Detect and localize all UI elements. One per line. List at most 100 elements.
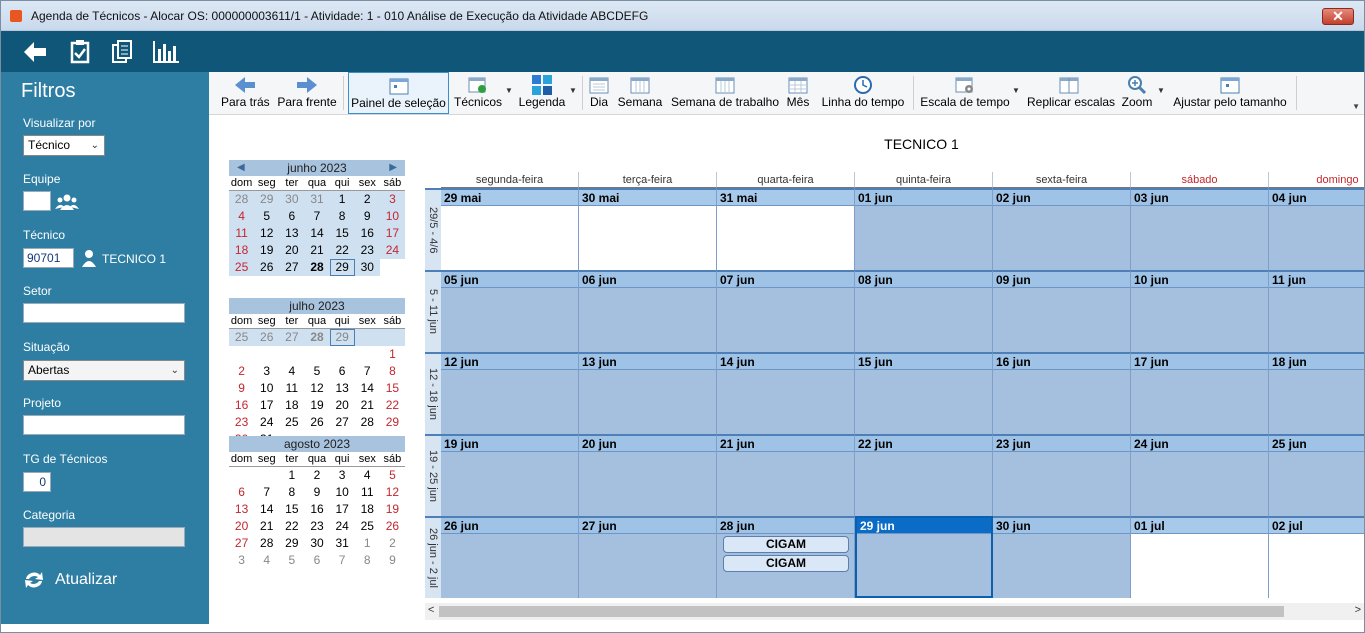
- day-body[interactable]: [441, 534, 578, 598]
- day-cell[interactable]: 03 jun: [1131, 188, 1269, 270]
- mini-calendar-day[interactable]: 4: [229, 208, 255, 225]
- day-cell[interactable]: 25 jun: [1269, 434, 1364, 516]
- mini-calendar-day[interactable]: 4: [254, 552, 279, 569]
- day-body[interactable]: [717, 370, 854, 434]
- mini-calendar-day[interactable]: 11: [355, 484, 380, 501]
- mini-calendar-day[interactable]: 15: [279, 501, 304, 518]
- documents-icon[interactable]: [109, 39, 137, 65]
- mini-calendar-day[interactable]: 6: [229, 484, 254, 501]
- day-body[interactable]: [993, 206, 1130, 270]
- mini-calendar-day[interactable]: 8: [355, 552, 380, 569]
- day-cell[interactable]: 08 jun: [855, 270, 993, 352]
- mini-calendar-day[interactable]: 1: [355, 535, 380, 552]
- day-cell[interactable]: 28 jun CIGAM CIGAM: [717, 516, 855, 598]
- back-button[interactable]: Para trás: [221, 72, 270, 114]
- mini-calendar-day[interactable]: 30: [279, 191, 305, 208]
- day-cell[interactable]: 26 jun: [441, 516, 579, 598]
- mini-calendar-day[interactable]: 7: [304, 208, 330, 225]
- mini-calendar-day[interactable]: 24: [330, 518, 355, 535]
- mini-calendar-day[interactable]: 30: [354, 259, 380, 276]
- day-body[interactable]: [441, 288, 578, 352]
- back-arrow-icon[interactable]: [21, 39, 49, 65]
- chevron-down-icon[interactable]: ▼: [1157, 86, 1165, 95]
- mini-calendar-day[interactable]: 25: [355, 518, 380, 535]
- mini-calendar-day[interactable]: 21: [304, 242, 330, 259]
- mini-calendar-day[interactable]: 19: [304, 397, 329, 414]
- mini-calendar-day[interactable]: 9: [354, 208, 380, 225]
- mini-calendar-day[interactable]: 7: [254, 484, 279, 501]
- day-cell[interactable]: 02 jul: [1269, 516, 1364, 598]
- mini-calendar-day[interactable]: 9: [304, 484, 329, 501]
- horizontal-scrollbar[interactable]: < >: [425, 603, 1364, 620]
- ajustar-button[interactable]: Ajustar pelo tamanho: [1171, 72, 1289, 114]
- mini-calendar-day[interactable]: 27: [229, 535, 254, 552]
- day-cell[interactable]: 05 jun: [441, 270, 579, 352]
- situacao-select[interactable]: Abertas ⌄: [23, 360, 185, 381]
- day-cell[interactable]: 10 jun: [1131, 270, 1269, 352]
- painel-button[interactable]: Painel de seleção: [348, 72, 449, 114]
- forward-button[interactable]: Para frente: [277, 72, 337, 114]
- mini-calendar-day[interactable]: 5: [304, 363, 329, 380]
- next-month-icon[interactable]: ▶: [389, 160, 397, 176]
- mini-calendar-day[interactable]: 28: [304, 329, 330, 346]
- mini-calendar-day[interactable]: 15: [329, 225, 355, 242]
- day-cell[interactable]: 12 jun: [441, 352, 579, 434]
- day-cell[interactable]: 29 jun: [855, 516, 993, 598]
- mini-calendar-day[interactable]: 29: [329, 259, 355, 276]
- escala-button[interactable]: Escala de tempo: [920, 72, 1010, 114]
- semana-trabalho-button[interactable]: Semana de trabalho: [670, 72, 780, 114]
- day-cell[interactable]: 30 mai: [579, 188, 717, 270]
- team-icon[interactable]: [55, 193, 79, 214]
- mini-calendar-day[interactable]: 3: [254, 363, 279, 380]
- mini-calendar-day[interactable]: 4: [279, 363, 304, 380]
- day-body[interactable]: [441, 370, 578, 434]
- day-body[interactable]: [579, 452, 716, 516]
- setor-input[interactable]: [23, 303, 185, 323]
- day-cell[interactable]: 11 jun: [1269, 270, 1364, 352]
- semana-button[interactable]: Semana: [617, 72, 663, 114]
- day-body[interactable]: [1269, 288, 1364, 352]
- mini-calendar-day[interactable]: 7: [355, 363, 380, 380]
- chevron-down-icon[interactable]: ▼: [505, 86, 513, 95]
- mes-button[interactable]: Mês: [786, 72, 810, 114]
- day-body[interactable]: [579, 288, 716, 352]
- mini-calendar-day[interactable]: 3: [330, 467, 355, 484]
- day-body[interactable]: [1269, 206, 1364, 270]
- mini-calendar-day[interactable]: 18: [229, 242, 255, 259]
- replicar-button[interactable]: Replicar escalas: [1027, 72, 1115, 114]
- equipe-input[interactable]: [23, 191, 51, 211]
- tg-input[interactable]: 0: [23, 472, 51, 492]
- mini-calendar-day[interactable]: 24: [379, 242, 405, 259]
- mini-calendar-day[interactable]: 13: [229, 501, 254, 518]
- mini-calendar-day[interactable]: 14: [355, 380, 380, 397]
- day-body[interactable]: [857, 534, 991, 598]
- day-cell[interactable]: 16 jun: [993, 352, 1131, 434]
- scroll-right-icon[interactable]: >: [1355, 604, 1361, 616]
- prev-month-icon[interactable]: ◀: [237, 160, 245, 176]
- day-cell[interactable]: 24 jun: [1131, 434, 1269, 516]
- mini-calendar-day[interactable]: 23: [229, 414, 254, 431]
- mini-calendar-day[interactable]: 19: [380, 501, 405, 518]
- mini-calendar-day[interactable]: 29: [329, 329, 355, 346]
- day-body[interactable]: [1269, 534, 1364, 598]
- day-cell[interactable]: 01 jul: [1131, 516, 1269, 598]
- mini-calendar-day[interactable]: 11: [229, 225, 255, 242]
- mini-calendar-day[interactable]: 17: [379, 225, 405, 242]
- mini-calendar-day[interactable]: 7: [330, 552, 355, 569]
- mini-calendar-day[interactable]: 28: [229, 191, 255, 208]
- tecnicos-button[interactable]: Técnicos: [453, 72, 503, 114]
- mini-calendar-day[interactable]: 5: [279, 552, 304, 569]
- day-body[interactable]: [1131, 288, 1268, 352]
- day-cell[interactable]: 29 mai: [441, 188, 579, 270]
- day-body[interactable]: [1269, 452, 1364, 516]
- day-cell[interactable]: 30 jun: [993, 516, 1131, 598]
- mini-calendar-day[interactable]: 23: [354, 242, 380, 259]
- day-body[interactable]: [1269, 370, 1364, 434]
- chevron-down-icon[interactable]: ▼: [569, 86, 577, 95]
- mini-calendar-day[interactable]: 12: [304, 380, 329, 397]
- mini-calendar-day[interactable]: 10: [379, 208, 405, 225]
- day-body[interactable]: [993, 370, 1130, 434]
- zoom-button[interactable]: Zoom: [1119, 72, 1155, 114]
- day-body[interactable]: [579, 206, 716, 270]
- mini-calendar-day[interactable]: 8: [279, 484, 304, 501]
